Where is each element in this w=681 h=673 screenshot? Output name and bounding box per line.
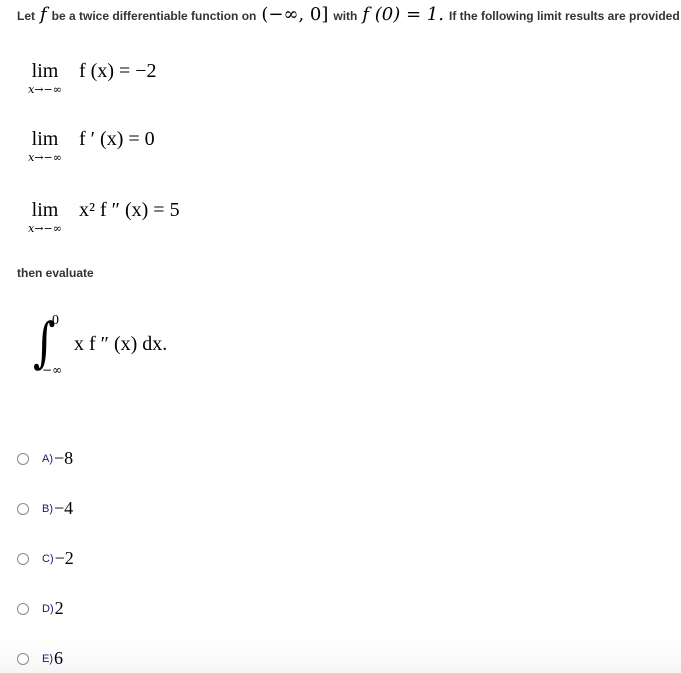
limit-subscript: x→−∞ — [28, 222, 62, 235]
option-b[interactable]: B) −4 — [17, 498, 73, 519]
limit-operator: lim — [31, 60, 59, 82]
limit-operator: lim — [31, 128, 59, 150]
option-value: −4 — [54, 498, 74, 518]
integral-lower-limit: −∞ — [42, 363, 63, 377]
radio-button[interactable] — [17, 502, 29, 515]
integral-upper-limit: 0 — [52, 313, 59, 328]
option-value: 6 — [54, 648, 63, 668]
limit-2: lim x→−∞ f ′ (x) = 0 — [17, 128, 155, 164]
option-value: 2 — [54, 598, 64, 618]
question-description: be a twice differentiable function on — [51, 9, 257, 23]
radio-button[interactable] — [17, 452, 29, 465]
radio-button[interactable] — [17, 602, 29, 615]
limit-subscript: x→−∞ — [28, 151, 62, 164]
option-e[interactable]: E) 6 — [17, 648, 63, 669]
limit-3: lim x→−∞ x² f ″ (x) = 5 — [17, 199, 180, 235]
option-label: E) — [42, 652, 53, 665]
limit-subscript: x→−∞ — [28, 83, 62, 96]
option-label: D) — [42, 602, 54, 615]
question-with: with — [333, 9, 358, 23]
limit-1: lim x→−∞ f (x) = −2 — [17, 60, 157, 96]
option-a[interactable]: A) −8 — [17, 448, 73, 469]
integrand: x f ″ (x) dx. — [74, 333, 168, 355]
domain-interval: (−∞, 0] — [261, 4, 329, 25]
radio-button[interactable] — [17, 652, 29, 665]
option-label: C) — [42, 552, 54, 565]
question-text: Let f be a twice differentiable function… — [17, 4, 680, 25]
option-label: A) — [42, 452, 53, 465]
option-c[interactable]: C) −2 — [17, 548, 74, 569]
limit-operator: lim — [31, 199, 59, 221]
function-symbol: f — [40, 4, 47, 25]
option-d[interactable]: D) 2 — [17, 598, 64, 619]
option-value: −2 — [54, 548, 74, 568]
initial-condition: f (0) = 1. — [362, 4, 444, 25]
option-value: −8 — [54, 448, 74, 468]
limit-expression: f ′ (x) = 0 — [79, 128, 155, 150]
limit-expression: f (x) = −2 — [79, 60, 157, 82]
then-evaluate-text: then evaluate — [17, 266, 94, 280]
question-intro: Let — [17, 9, 35, 23]
option-label: B) — [42, 502, 53, 515]
question-provided: If the following limit results are provi… — [448, 9, 680, 23]
limit-expression: x² f ″ (x) = 5 — [79, 199, 180, 221]
radio-button[interactable] — [17, 552, 29, 565]
integral-expression: ∫ 0 −∞ x f ″ (x) dx. — [30, 313, 230, 383]
